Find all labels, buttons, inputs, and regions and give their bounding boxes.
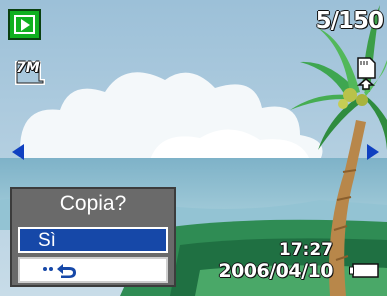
next-image-arrow-icon[interactable] xyxy=(367,144,379,160)
playback-mode-icon xyxy=(8,9,41,40)
copy-confirm-dialog: Copia? Sì xyxy=(10,187,176,287)
dialog-title: Copia? xyxy=(59,192,127,215)
capture-date: 2006/04/10 xyxy=(218,260,333,282)
image-counter: 5/150 xyxy=(315,8,384,34)
confirm-yes-option[interactable]: Sì xyxy=(18,227,168,253)
confirm-yes-label: Sì xyxy=(38,230,56,251)
return-option[interactable] xyxy=(18,257,168,283)
resolution-label: 7M xyxy=(16,60,40,76)
battery-icon xyxy=(349,263,379,278)
internal-memory-icon xyxy=(356,57,376,90)
return-icon xyxy=(43,264,76,278)
camera-playback-screen: 5/150 7M Copia? Sì 17:27 2006/04/10 xyxy=(0,0,387,296)
capture-time: 17:27 xyxy=(278,240,333,260)
previous-image-arrow-icon[interactable] xyxy=(12,144,24,160)
